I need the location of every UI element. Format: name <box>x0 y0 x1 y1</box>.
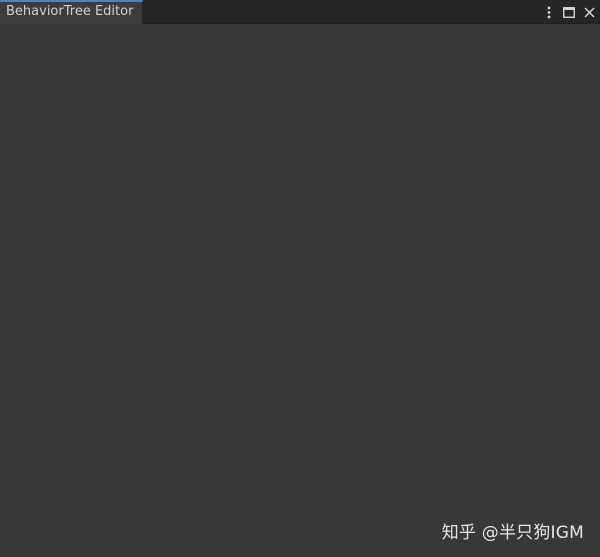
tab-behaviortree-editor[interactable]: BehaviorTree Editor <box>0 0 143 24</box>
window-controls <box>542 3 596 21</box>
tab-bar: BehaviorTree Editor <box>0 0 600 24</box>
tab-title: BehaviorTree Editor <box>6 4 134 19</box>
watermark: 知乎 @半只狗IGM <box>441 523 584 543</box>
editor-window: BehaviorTree Editor 知乎 @半只狗IGM <box>0 0 600 557</box>
more-vertical-icon[interactable] <box>542 4 556 20</box>
maximize-icon[interactable] <box>562 4 576 20</box>
graph-canvas[interactable] <box>0 24 600 557</box>
close-icon[interactable] <box>582 4 596 20</box>
